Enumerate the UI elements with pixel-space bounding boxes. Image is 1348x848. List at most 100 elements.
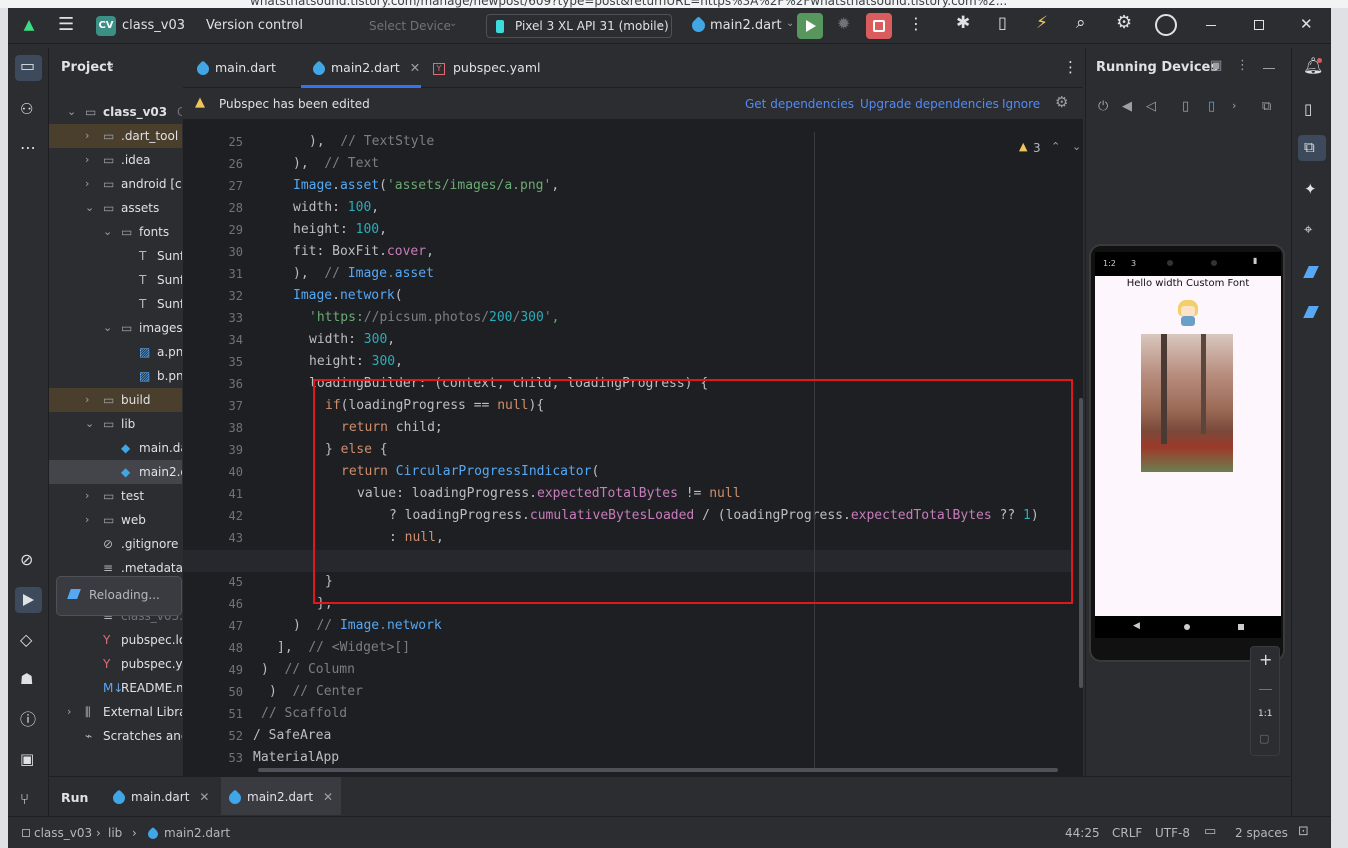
inspection-count[interactable]: 3 [1033,141,1041,155]
tab-main2-dart[interactable]: main2.dart ✕ [301,48,421,88]
chevron-down-icon[interactable]: ⌄ [67,100,76,124]
tabs-menu-icon[interactable]: ⋮ [1063,60,1078,75]
project-panel-title[interactable]: Project [61,60,113,75]
chevron-down-icon[interactable]: ⌄ [85,412,94,436]
power-icon[interactable]: ⏻ [1098,100,1108,113]
account-icon[interactable] [1155,14,1177,36]
search-icon[interactable]: ⌕ [1076,15,1086,32]
debug-icon[interactable]: ✹ [837,16,850,32]
home-icon[interactable] [1184,624,1190,630]
chevron-down-icon[interactable]: ⌄ [103,316,112,340]
project-tree-item[interactable]: Ypubspec.yar [49,652,182,676]
close-window-icon[interactable]: ✕ [1300,17,1313,32]
volume-down-icon[interactable]: ◁ [1146,100,1156,113]
project-tree-item[interactable]: ⊘ .gitignore [49,532,182,556]
gemini-icon[interactable]: ✦ [1304,182,1317,197]
zoom-actual-size[interactable]: 1:1 [1258,709,1272,719]
device-manager-icon[interactable]: ▯ [998,15,1007,31]
vcs-menu[interactable]: Version control [206,18,303,33]
close-tab-icon[interactable]: ✕ [410,60,420,75]
project-tree-item[interactable]: › ▭ build [49,388,182,412]
file-encoding[interactable]: UTF-8 [1155,826,1190,840]
options-menu-icon[interactable]: ⋮ [1236,59,1249,72]
main-menu-icon[interactable]: ☰ [58,16,74,34]
flutter-outline-icon[interactable] [1303,266,1319,278]
run-tab-main-dart[interactable]: main.dart ✕ [110,789,209,806]
tab-pubspec-yaml[interactable]: Ypubspec.yaml [433,48,540,88]
minimize-icon[interactable] [1206,25,1216,26]
chevron-down-icon[interactable]: ⌄ [103,220,112,244]
phone-screen[interactable]: Hello width Custom Font [1095,276,1281,616]
vertical-scrollbar[interactable] [1079,398,1083,688]
device-file-icon[interactable]: ▯ [1304,102,1312,117]
project-tree-item[interactable]: T Sunf [49,292,182,316]
zoom-in-icon[interactable]: + [1259,652,1272,668]
gem-icon[interactable]: ◇ [20,632,32,648]
layout-inspector-icon[interactable]: ⌖ [1304,222,1312,237]
run-config[interactable]: main2.dart [710,18,782,33]
back-icon[interactable]: ◀ [1133,622,1140,631]
project-tree-item[interactable]: ⌄ ▭ images [49,316,182,340]
chevron-right-icon[interactable]: › [85,124,89,148]
gear-icon[interactable]: ⚙ [1055,95,1068,110]
logcat-icon[interactable]: ☗ [20,672,33,687]
project-tree-item[interactable]: › ▭ test [49,484,182,508]
ignore-link[interactable]: Ignore [1002,97,1040,111]
indent-setting[interactable]: 2 spaces [1235,826,1288,840]
screenshot-icon[interactable]: ⧉ [1262,100,1271,113]
select-device-dropdown[interactable]: Select Device [369,19,451,33]
chevron-right-icon[interactable]: › [85,148,89,172]
project-tree-item[interactable]: ▨ a.pn [49,340,182,364]
line-separator[interactable]: CRLF [1112,826,1142,840]
breadcrumb-file[interactable]: main2.dart [164,826,230,840]
chevron-right-icon[interactable]: › [1232,100,1236,111]
chevron-down-icon[interactable]: ⌄ [85,196,94,220]
chevron-right-icon[interactable]: › [85,172,89,196]
gear-icon[interactable]: ⚙ [1116,14,1132,32]
horizontal-scrollbar[interactable] [258,768,1058,772]
volume-up-icon[interactable]: ◀ [1122,100,1132,113]
project-tree-item[interactable]: › ▭ web [49,508,182,532]
run-label[interactable]: Run [61,790,88,805]
project-tree-item[interactable]: T Sunf [49,268,182,292]
maximize-icon[interactable] [1254,20,1264,30]
close-tab-icon[interactable]: ✕ [199,790,209,804]
project-tree-item[interactable]: ⌄ ▭ class_v03 C:# [49,100,182,124]
more-tools-icon[interactable]: ⋯ [20,140,36,156]
flutter-inspector-icon[interactable]: ⊘ [20,552,33,568]
project-tree-item[interactable]: M↓ README.m [49,676,182,700]
hide-panel-icon[interactable] [1263,68,1275,69]
close-tab-icon[interactable]: ✕ [323,790,333,804]
flutter-performance-icon[interactable] [1303,306,1319,318]
project-tree-item[interactable]: › ▭ android [cla [49,172,182,196]
project-tree-item[interactable]: T Sunf [49,244,182,268]
chevron-right-icon[interactable]: › [85,508,89,532]
caret-position[interactable]: 44:25 [1065,826,1100,840]
upgrade-dependencies-link[interactable]: Upgrade dependencies [860,97,999,111]
project-tree-item[interactable]: › ▭ .dart_tool [49,124,182,148]
zoom-fit-icon[interactable]: ▢ [1259,733,1269,744]
bug-icon[interactable]: ✱ [956,15,970,32]
project-tree-item[interactable]: › ▭ .idea [49,148,182,172]
git-icon[interactable]: ⑂ [20,792,29,807]
hot-reload-icon[interactable]: ⚡ [1036,15,1048,32]
project-tree-item[interactable]: ◆ main2.d [49,460,182,484]
chevron-down-icon[interactable]: ⌄ [1072,141,1081,152]
get-dependencies-link[interactable]: Get dependencies [745,97,854,111]
device-selector[interactable]: Pixel 3 XL API 31 (mobile) ⌄ [486,14,672,38]
recents-icon[interactable] [1238,624,1244,630]
lock-icon[interactable]: ⊡ [1298,825,1309,838]
run-button[interactable] [797,13,823,39]
project-tree-item[interactable]: ⌁ Scratches and C [49,724,182,748]
terminal-icon[interactable]: ▣ [20,752,34,767]
run-tab-main2-dart[interactable]: main2.dart ✕ [226,789,333,806]
rotate-right-icon[interactable]: ▯ [1208,100,1215,113]
editorconfig-icon[interactable]: ▭ [1204,825,1216,838]
project-tree-item[interactable]: Ypubspec.loc [49,628,182,652]
more-actions-icon[interactable]: ⋮ [908,16,924,32]
stop-button[interactable] [866,13,892,39]
project-switcher[interactable]: class_v03 [122,18,185,33]
project-tree-item[interactable]: ⌄ ▭ fonts [49,220,182,244]
chevron-up-icon[interactable]: ⌃ [1051,141,1060,152]
window-layout-icon[interactable]: ▣ [1210,59,1222,72]
